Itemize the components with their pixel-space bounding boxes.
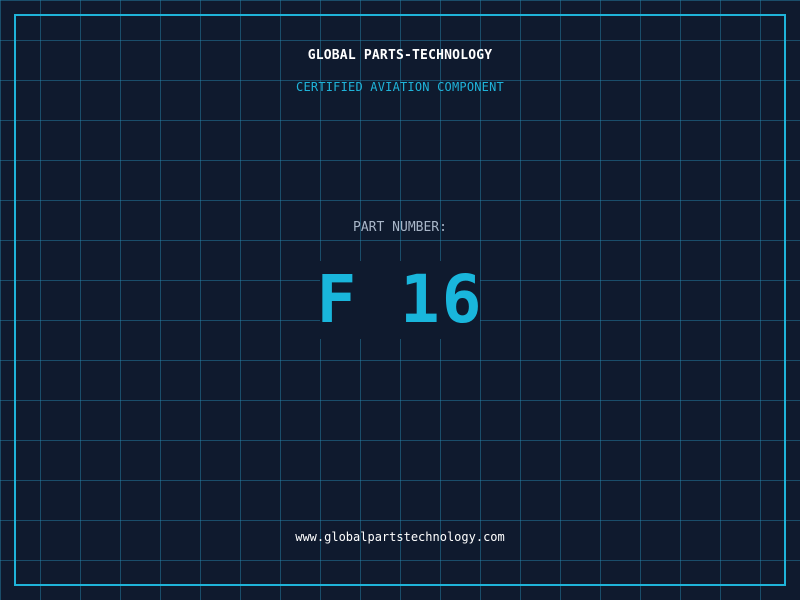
component-tagline: CERTIFIED AVIATION COMPONENT (296, 80, 504, 94)
part-number-label: PART NUMBER: (353, 220, 447, 235)
website-url: www.globalpartstechnology.com (295, 530, 505, 544)
company-name: GLOBAL PARTS-TECHNOLOGY (307, 48, 493, 63)
part-number-value: F 16 (316, 261, 484, 338)
label-card: GLOBAL PARTS-TECHNOLOGY CERTIFIED AVIATI… (0, 0, 800, 600)
